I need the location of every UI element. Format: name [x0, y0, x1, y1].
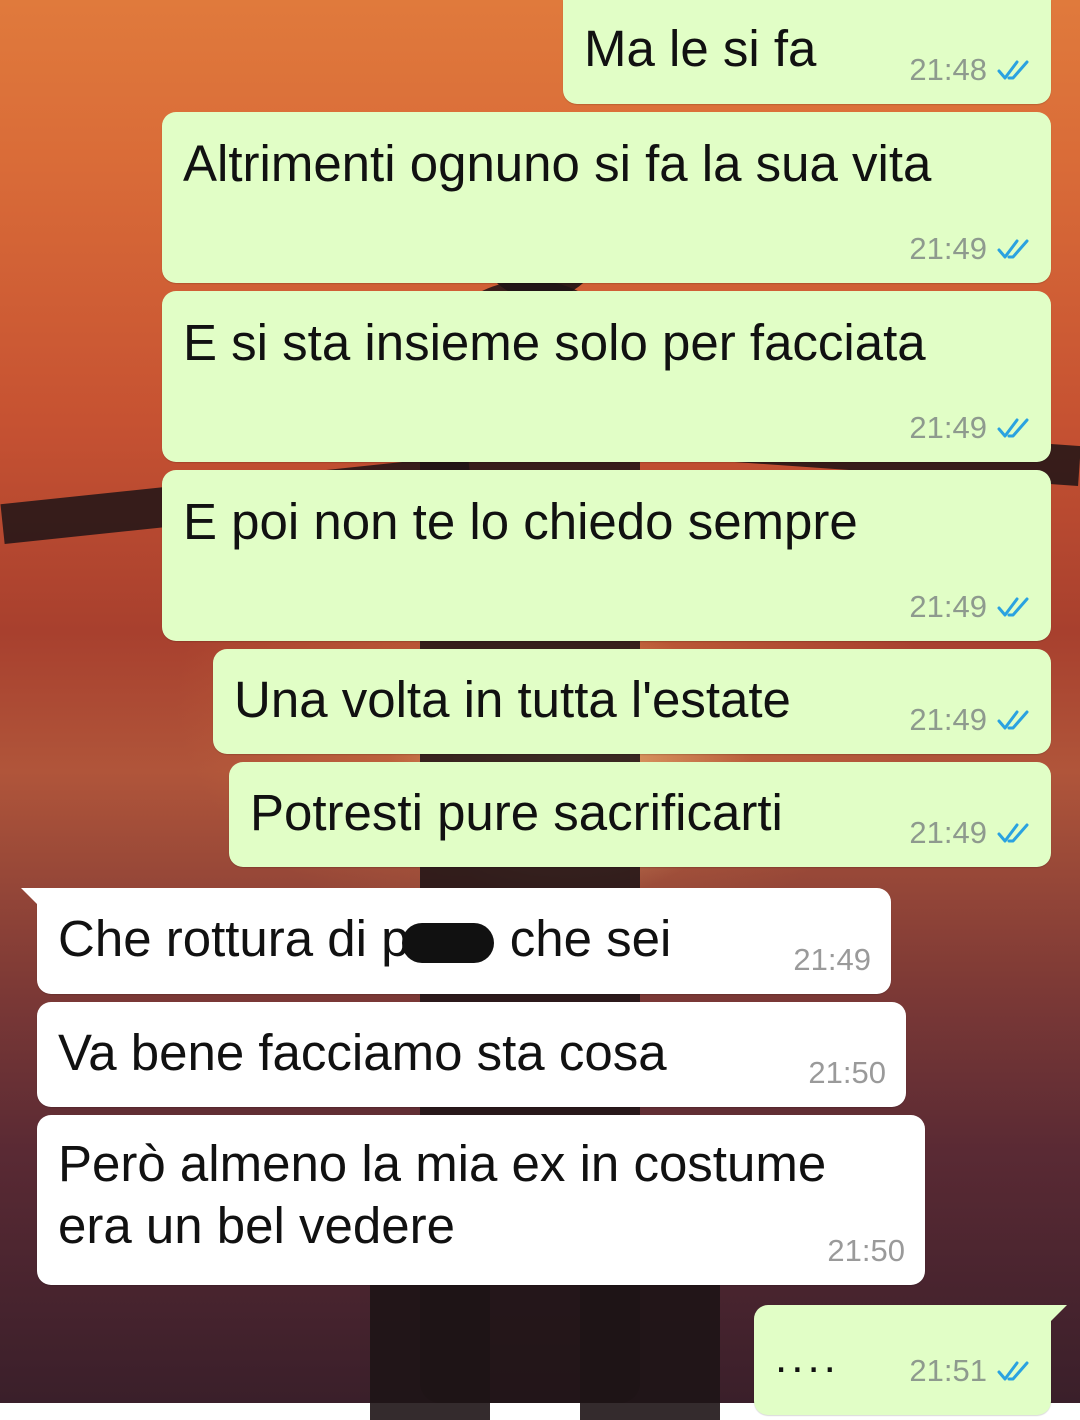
- message-text: E poi non te lo chiedo sempre: [183, 493, 858, 550]
- message-bubble-outgoing[interactable]: Ma le si fa 21:48: [563, 0, 1051, 104]
- double-check-read-icon: [997, 597, 1029, 617]
- message-text: ....: [775, 1333, 840, 1382]
- message-bubble-outgoing[interactable]: E poi non te lo chiedo sempre 21:49: [162, 470, 1051, 641]
- message-text: Potresti pure sacrificarti: [250, 784, 783, 841]
- message-text-before: Che rottura di p: [58, 910, 410, 967]
- bubble-tail: [21, 888, 47, 914]
- double-check-read-icon: [997, 239, 1029, 259]
- redaction-mark: [401, 922, 494, 963]
- message-bubble-outgoing[interactable]: Potresti pure sacrificarti 21:49: [229, 762, 1051, 867]
- message-time: 21:49: [793, 942, 871, 977]
- message-text-line-1: Però almeno la mia ex in costume: [58, 1135, 827, 1192]
- message-time: 21:50: [827, 1233, 905, 1268]
- message-meta: 21:49: [909, 589, 1031, 625]
- message-meta: 21:50: [827, 1233, 905, 1269]
- message-text: Che rottura di p che sei: [58, 908, 671, 970]
- message-text-line-2: era un bel vedere: [58, 1197, 455, 1254]
- message-time: 21:49: [909, 702, 987, 737]
- message-bubble-outgoing[interactable]: .... 21:51: [754, 1305, 1067, 1415]
- message-meta: 21:50: [808, 1055, 886, 1091]
- message-time: 21:49: [909, 231, 987, 266]
- message-time: 21:49: [909, 589, 987, 624]
- message-meta: 21:49: [909, 702, 1031, 738]
- message-time: 21:49: [909, 815, 987, 850]
- message-bubble-outgoing[interactable]: E si sta insieme solo per facciata 21:49: [162, 291, 1051, 462]
- message-text: Però almeno la mia ex in costume era un …: [58, 1133, 826, 1257]
- double-check-read-icon: [997, 418, 1029, 438]
- message-time: 21:49: [909, 410, 987, 445]
- message-time: 21:48: [909, 52, 987, 87]
- message-bubble-incoming[interactable]: Però almeno la mia ex in costume era un …: [37, 1115, 925, 1285]
- double-check-read-icon: [997, 823, 1029, 843]
- message-time: 21:51: [909, 1353, 987, 1388]
- message-meta: 21:51: [909, 1353, 1031, 1389]
- message-bubble-incoming[interactable]: Che rottura di p che sei 21:49: [21, 888, 891, 994]
- message-time: 21:50: [808, 1055, 886, 1090]
- double-check-read-icon: [997, 1361, 1029, 1381]
- double-check-read-icon: [997, 60, 1029, 80]
- message-meta: 21:49: [909, 410, 1031, 446]
- message-meta: 21:49: [909, 815, 1031, 851]
- message-bubble-outgoing[interactable]: Altrimenti ognuno si fa la sua vita 21:4…: [162, 112, 1051, 283]
- message-bubble-incoming[interactable]: Va bene facciamo sta cosa 21:50: [37, 1002, 906, 1107]
- message-meta: 21:48: [909, 52, 1031, 88]
- double-check-read-icon: [997, 710, 1029, 730]
- message-text: Una volta in tutta l'estate: [234, 671, 791, 728]
- message-text: Altrimenti ognuno si fa la sua vita: [183, 135, 932, 192]
- message-text-after: che sei: [509, 910, 672, 967]
- message-text: E si sta insieme solo per facciata: [183, 314, 926, 371]
- message-meta: 21:49: [793, 942, 871, 978]
- message-text: Va bene facciamo sta cosa: [58, 1024, 667, 1081]
- message-meta: 21:49: [909, 231, 1031, 267]
- message-text: Ma le si fa: [584, 20, 817, 77]
- message-bubble-outgoing[interactable]: Una volta in tutta l'estate 21:49: [213, 649, 1051, 754]
- bubble-tail: [1041, 1305, 1067, 1331]
